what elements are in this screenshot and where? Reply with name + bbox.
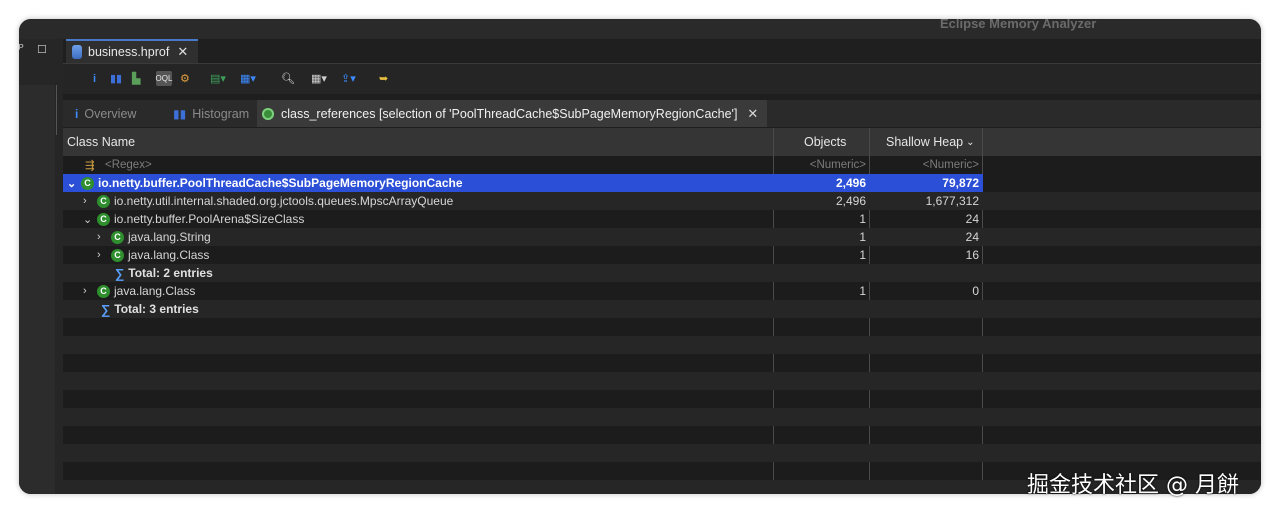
objects-value: 1 (859, 212, 866, 226)
table-row[interactable]: › C java.lang.Class 1 0 (63, 282, 1261, 300)
pin-icon[interactable]: ᴾ (19, 43, 24, 55)
chevron-right-icon[interactable]: › (83, 285, 95, 297)
info-icon[interactable]: i (93, 71, 96, 86)
chevron-right-icon[interactable]: › (97, 249, 109, 261)
sigma-icon: ∑ (101, 301, 111, 317)
table-row: ∑ Total: 3 entries (63, 300, 1261, 318)
objects-value: 2,496 (835, 194, 866, 208)
regex-icon: ⇶ (85, 160, 95, 172)
total-entries: Total: 3 entries (114, 302, 199, 316)
find-object-icon[interactable]: 🔍︎ (281, 71, 295, 86)
class-icon: C (97, 194, 110, 208)
query-browser-icon[interactable]: ▦▾ (240, 71, 256, 86)
tab-histogram-label: Histogram (192, 106, 250, 121)
shallow-heap-value: 16 (965, 248, 979, 262)
class-icon: C (111, 248, 124, 262)
empty-row (63, 390, 1261, 408)
total-entries: Total: 2 entries (128, 266, 213, 280)
objects-value: 1 (859, 284, 866, 298)
panel-divider (56, 85, 57, 135)
empty-row (63, 354, 1261, 372)
column-objects[interactable]: Objects (804, 128, 846, 156)
tab-histogram[interactable]: ▮▮ Histogram (173, 100, 258, 127)
editor-tab-label: business.hprof (88, 45, 170, 59)
app-window: Eclipse Memory Analyzer ᴾ ☐ business.hpr… (19, 19, 1261, 494)
tab-class-references[interactable]: class_references [selection of 'PoolThre… (257, 100, 767, 127)
filter-class-name[interactable]: <Regex> (105, 156, 152, 174)
editor-tab-business-hprof[interactable]: business.hprof ✕ (66, 39, 198, 63)
calculator-icon[interactable]: ▦▾ (311, 71, 327, 86)
filter-shallow-heap[interactable]: <Numeric> (871, 156, 979, 174)
view-tab-bar: i Overview ▮▮ Histogram class_references… (63, 100, 1261, 127)
objects-value: 1 (859, 230, 866, 244)
histogram-icon[interactable]: ▮▮ (110, 71, 122, 86)
filter-row: ⇶ <Regex> <Numeric> <Numeric> (63, 156, 1261, 174)
export-icon[interactable]: ⇪▾ (341, 71, 356, 86)
class-name: io.netty.util.internal.shaded.org.jctool… (114, 194, 454, 208)
shallow-heap-value: 24 (965, 212, 979, 226)
empty-row (63, 426, 1261, 444)
close-icon[interactable]: ✕ (747, 106, 758, 122)
table-row[interactable]: ⌄ C io.netty.buffer.PoolArena$SizeClass … (63, 210, 1261, 228)
table-row[interactable]: ⌄ C io.netty.buffer.PoolThreadCache$SubP… (63, 174, 983, 192)
chevron-right-icon[interactable]: › (83, 195, 95, 207)
objects-value: 1 (859, 248, 866, 262)
watermark: 掘金技术社区 @ 月餅 (1027, 473, 1239, 498)
chevron-down-icon: ⌄ (966, 136, 975, 148)
tab-overview[interactable]: i Overview (75, 100, 165, 127)
tab-class-references-label: class_references [selection of 'PoolThre… (281, 106, 738, 121)
empty-row (63, 444, 1261, 462)
app-title: Eclipse Memory Analyzer (940, 19, 1097, 31)
title-bar: Eclipse Memory Analyzer (19, 19, 1261, 39)
objects-value: 2,496 (835, 176, 866, 190)
class-icon: C (97, 212, 110, 226)
sigma-icon: ∑ (115, 265, 125, 281)
class-name: java.lang.Class (128, 248, 210, 262)
database-icon (72, 45, 82, 59)
histogram-icon: ▮▮ (173, 106, 187, 121)
threads-icon[interactable]: ⚙ (180, 71, 190, 86)
chevron-right-icon[interactable]: › (97, 231, 109, 243)
column-shallow-heap-label: Shallow Heap (886, 135, 964, 149)
class-icon: C (97, 284, 110, 298)
table-row[interactable]: › C java.lang.String 1 24 (63, 228, 1261, 246)
left-panel: ᴾ ☐ (19, 39, 63, 494)
leak-suspects-icon[interactable]: ➥ (379, 71, 388, 86)
empty-row (63, 336, 1261, 354)
class-name: io.netty.buffer.PoolThreadCache$SubPageM… (98, 176, 463, 190)
info-icon: i (75, 106, 79, 121)
class-icon: C (81, 176, 94, 190)
shallow-heap-value: 24 (965, 230, 979, 244)
class-references-table: Class Name Objects Shallow Heap ⌄ ⇶ <Reg… (63, 128, 1261, 494)
filter-objects[interactable]: <Numeric> (775, 156, 866, 174)
table-row[interactable]: › C io.netty.util.internal.shaded.org.jc… (63, 192, 1261, 210)
table-header: Class Name Objects Shallow Heap ⌄ (63, 128, 1261, 156)
class-references-icon (262, 107, 274, 120)
empty-row (63, 318, 1261, 336)
shallow-heap-value: 0 (972, 284, 979, 298)
class-name: java.lang.String (128, 230, 211, 244)
table-row[interactable]: › C java.lang.Class 1 16 (63, 246, 1261, 264)
class-name: io.netty.buffer.PoolArena$SizeClass (114, 212, 305, 226)
reports-icon[interactable]: ▤▾ (210, 71, 226, 86)
column-class-name[interactable]: Class Name (67, 128, 135, 156)
empty-row (63, 372, 1261, 390)
dominator-tree-icon[interactable]: ▙ (132, 71, 140, 86)
tab-overview-label: Overview (84, 106, 137, 121)
toolbar: i ▮▮ ▙ OQL ⚙ ▤▾ ▦▾ 🔍︎ ▦▾ ⇪▾ ➥ (63, 64, 1261, 94)
editor-tab-bar: business.hprof ✕ (63, 39, 1261, 64)
shallow-heap-value: 1,677,312 (925, 194, 979, 208)
empty-row (63, 408, 1261, 426)
close-icon[interactable]: ✕ (177, 44, 188, 60)
class-icon: C (111, 230, 124, 244)
left-panel-strip (19, 85, 55, 494)
table-row: ∑ Total: 2 entries (63, 264, 1261, 282)
column-shallow-heap[interactable]: Shallow Heap ⌄ (886, 128, 975, 156)
maximize-icon[interactable]: ☐ (37, 43, 47, 56)
shallow-heap-value: 79,872 (942, 176, 979, 190)
class-name: java.lang.Class (114, 284, 196, 298)
chevron-down-icon[interactable]: ⌄ (83, 213, 95, 226)
oql-icon[interactable]: OQL (156, 71, 172, 86)
chevron-down-icon[interactable]: ⌄ (67, 177, 79, 190)
